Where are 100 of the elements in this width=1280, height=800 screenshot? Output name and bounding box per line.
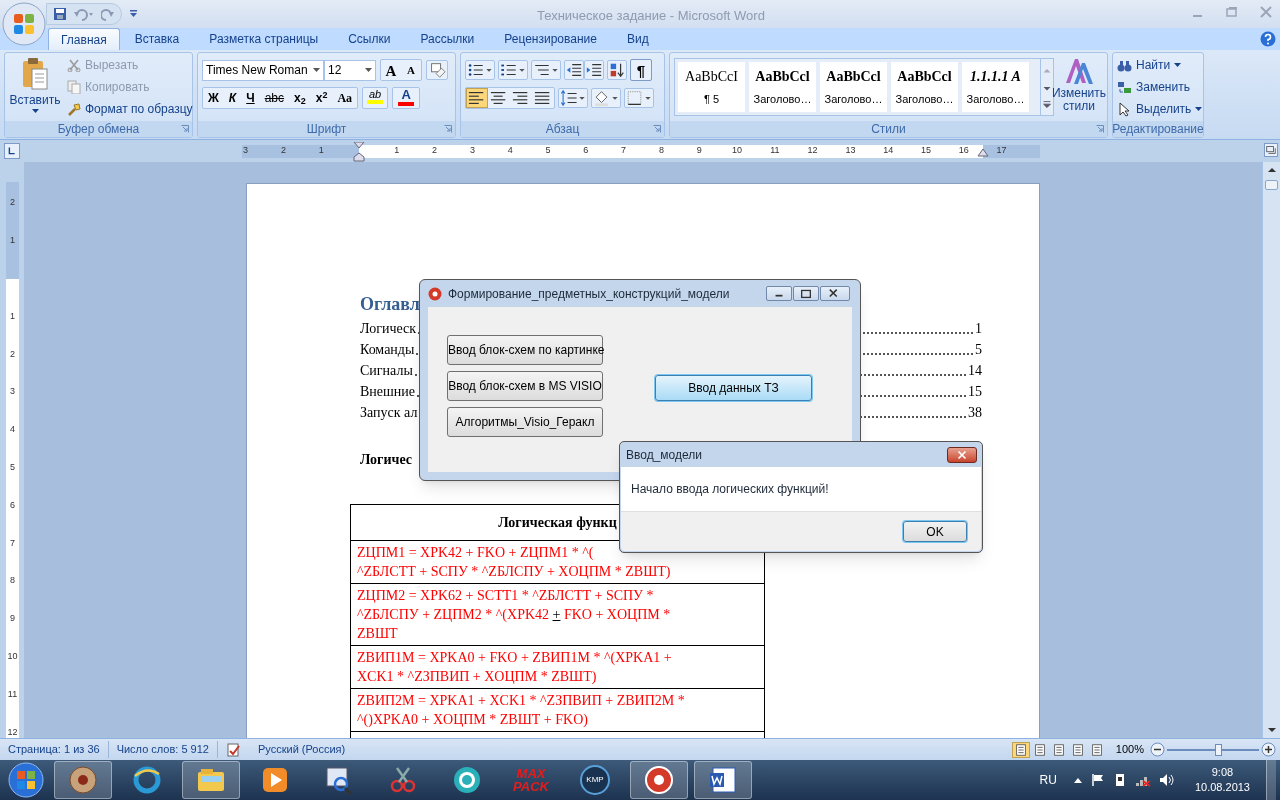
clear-formatting-icon[interactable] [426, 60, 448, 80]
style-name: Заголово… [753, 92, 812, 108]
proofing-icon[interactable] [225, 742, 242, 757]
word-app-icon[interactable] [707, 764, 739, 796]
borders-icon[interactable] [624, 88, 654, 108]
style-tile[interactable]: AaBbCcl Заголово… [820, 62, 887, 112]
player-app-icon[interactable]: KMP [580, 765, 610, 795]
ribbon-tab[interactable]: Вставка [119, 28, 195, 50]
change-styles-button[interactable]: Изменить стили [1054, 57, 1104, 113]
language-button[interactable]: Русский (Россия) [257, 741, 346, 758]
disc-app-icon[interactable] [67, 764, 99, 796]
font-name-field[interactable]: Times New Roman [202, 59, 324, 81]
style-name: ¶ 5 [703, 92, 720, 108]
browser-icon[interactable] [131, 764, 163, 796]
italic-button[interactable]: К [223, 88, 242, 108]
table-cell: ZЦПМ2 = XPK62 + SCTT1 * ^ZБЛСТТ + SCПУ * ^ZБЛСПУ + ZЦПМ2 * ^(XPK42 + FKO + XОЦПМ * ZВШТ [350, 583, 765, 646]
vertical-scrollbar[interactable] [1262, 162, 1280, 738]
print-layout-icon[interactable] [1011, 741, 1030, 758]
ribbon-tab[interactable]: Рассылки [405, 28, 490, 50]
numbered-list-icon[interactable] [498, 60, 528, 80]
style-tile[interactable]: AaBbCcl Заголово… [749, 62, 816, 112]
bold-button[interactable]: Ж [203, 88, 224, 108]
ruler-number: 14 [882, 144, 895, 157]
font-size-field[interactable]: 12 [324, 59, 376, 81]
style-tile[interactable]: AaBbCcl Заголово… [891, 62, 958, 112]
scissors-icon [67, 58, 81, 72]
zoom-out-icon[interactable] [1150, 742, 1165, 757]
multilevel-list-icon[interactable] [531, 60, 561, 80]
shading-icon[interactable] [591, 88, 621, 108]
style-tile[interactable]: AaBbCcI ¶ 5 [678, 62, 745, 112]
bullet-list-icon[interactable] [465, 60, 495, 80]
group-label: Редактирование [1112, 121, 1204, 138]
shrink-font-button[interactable]: A [401, 60, 421, 80]
input-language[interactable]: RU [1039, 771, 1057, 789]
dialog-button[interactable]: Ввод блок-схем в MS VISIO [447, 371, 603, 401]
ruler-number: 2 [431, 144, 439, 157]
zoom-in-icon[interactable] [1261, 742, 1276, 757]
record-app-icon[interactable] [643, 764, 675, 796]
dropdown-arrow-icon [313, 68, 320, 72]
editing-button[interactable]: Найти [1117, 55, 1203, 75]
editing-button[interactable]: Заменить [1117, 77, 1203, 97]
customize-menu-icon[interactable] [130, 9, 138, 19]
ring-icon[interactable] [451, 764, 483, 796]
sort-icon[interactable] [607, 60, 627, 80]
show-hidden-icon[interactable] [1072, 776, 1083, 784]
save-icon[interactable] [53, 7, 67, 21]
clock-time[interactable]: 9:08 [1211, 765, 1234, 780]
ribbon-tab[interactable]: Главная [48, 28, 120, 50]
ruler-number: 8 [657, 144, 665, 157]
editing-button[interactable]: Выделить [1117, 99, 1203, 119]
ruler-number: 17 [995, 144, 1008, 157]
right-indent-icon[interactable] [977, 148, 989, 157]
gallery-scroll-icon[interactable] [1040, 58, 1054, 116]
scroll-thumb[interactable] [1265, 180, 1278, 190]
volume-icon[interactable] [1158, 773, 1175, 787]
strikethrough-button[interactable]: abc [259, 88, 290, 108]
ribbon-tab[interactable]: Ссылки [333, 28, 406, 50]
flag-icon[interactable] [1090, 773, 1105, 787]
toc-page-number: 5 [975, 341, 982, 359]
increase-indent-icon[interactable] [584, 60, 604, 80]
align-left-icon[interactable] [466, 88, 488, 108]
style-tile[interactable]: 1.1.1.1 A Заголово… [962, 62, 1029, 112]
superscript-button[interactable]: x$^{2}$ [310, 88, 333, 108]
tab-selector-icon[interactable] [4, 143, 20, 159]
maximize-icon[interactable] [793, 286, 819, 301]
grow-font-button[interactable]: A [381, 60, 401, 80]
ribbon-tab[interactable]: Разметка страницы [194, 28, 334, 50]
zoom-slider[interactable] [1167, 742, 1259, 757]
ruler-number: 6 [582, 144, 590, 157]
underline-button[interactable]: Ч [241, 88, 260, 108]
paste-button[interactable]: Вставить [9, 57, 61, 117]
dialog-button[interactable]: Алгоритмы_Visio_Геракл [447, 407, 603, 437]
show-formatting-button[interactable]: ¶ [630, 59, 652, 81]
close-icon[interactable] [820, 286, 850, 301]
clipboard-button[interactable]: Формат по образцу [65, 99, 195, 119]
magnifier-icon[interactable] [323, 764, 355, 796]
change-case-button[interactable]: Aa [332, 88, 358, 108]
ruler-number: 15 [920, 144, 932, 157]
close-icon[interactable] [947, 446, 977, 463]
ribbon-tab[interactable]: Рецензирование [489, 28, 612, 50]
font-color-button[interactable]: A [392, 87, 421, 109]
ruler-number: 7 [620, 144, 628, 157]
clock-date[interactable]: 10.08.2013 [1194, 780, 1250, 795]
ruler-number: 1 [317, 144, 325, 157]
subscript-button[interactable]: x$_{2}$ [289, 88, 311, 108]
highlight-button[interactable]: ab [362, 87, 389, 109]
ok-button[interactable]: OK [903, 521, 967, 542]
ribbon-tab[interactable]: Вид [611, 28, 664, 50]
dialog-button[interactable]: Ввод блок-схем по картинке [447, 335, 603, 365]
style-name: Заголово… [824, 92, 883, 108]
ruler-number: 16 [957, 144, 970, 157]
ruler-number: 2 [279, 144, 287, 157]
letters-icon [1064, 57, 1094, 85]
ruler-toggle-icon[interactable] [1264, 143, 1278, 157]
dialog-button[interactable]: Ввод данных ТЗ [655, 375, 812, 401]
line-spacing-icon[interactable] [558, 88, 588, 108]
help-icon[interactable] [1260, 31, 1276, 47]
indent-marker-icon[interactable] [353, 142, 365, 162]
copy-icon [67, 80, 81, 94]
decrease-indent-icon[interactable] [564, 60, 584, 80]
